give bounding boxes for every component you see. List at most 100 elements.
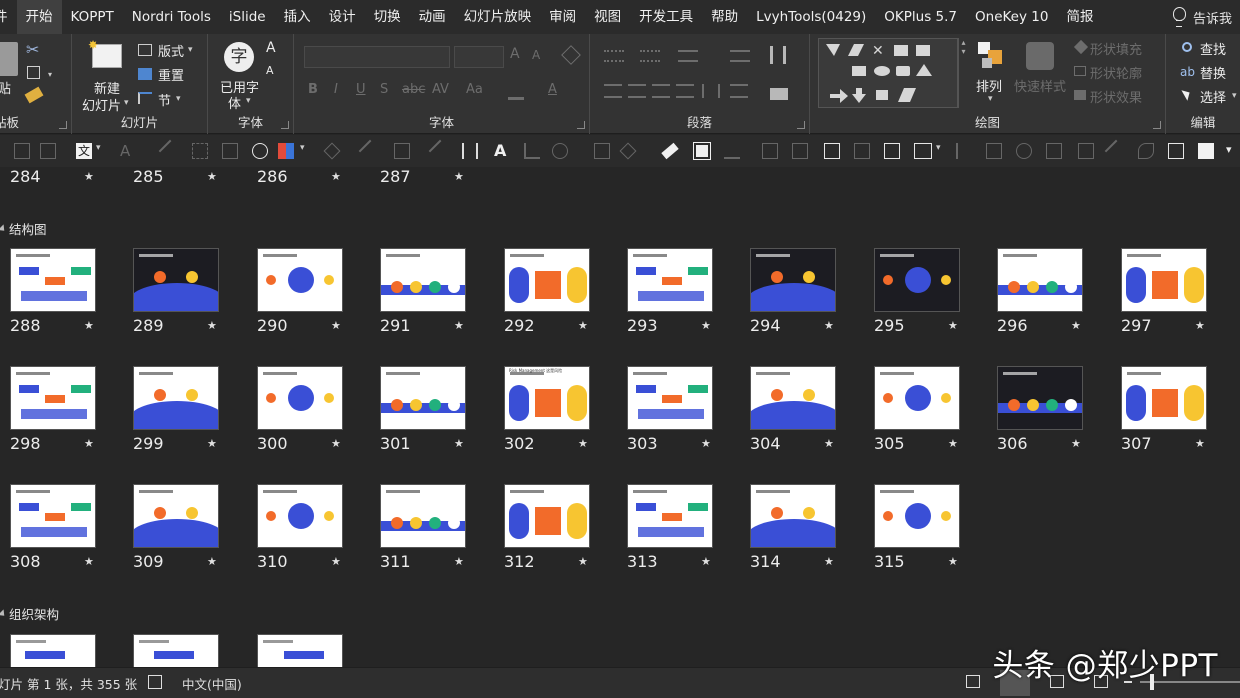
tab-10[interactable]: 审阅 — [540, 0, 585, 34]
font-name-dropdown[interactable] — [304, 46, 450, 68]
copy-dropdown-icon[interactable]: ▾ — [48, 70, 52, 79]
slide-thumbnail[interactable] — [627, 366, 713, 430]
text-box-dropdown-icon[interactable]: ▾ — [96, 143, 104, 159]
used-font-dropdown-icon[interactable]: ▾ — [246, 96, 251, 106]
tab-3[interactable]: Nordri Tools — [123, 0, 220, 34]
slide-transition-star-icon[interactable]: ★ — [454, 170, 464, 183]
slide-thumbnail[interactable] — [10, 366, 96, 430]
slide-transition-star-icon[interactable]: ★ — [701, 555, 711, 568]
slide-transition-star-icon[interactable]: ★ — [1195, 437, 1205, 450]
color-swatch-icon[interactable] — [278, 143, 294, 159]
resize-icon[interactable] — [1168, 143, 1184, 159]
tab-0[interactable]: 件 — [0, 0, 17, 34]
paste-button-label[interactable]: 贴 — [0, 78, 11, 97]
copy-icon[interactable] — [27, 66, 40, 79]
layers-icon[interactable] — [693, 142, 711, 160]
tab-4[interactable]: iSlide — [220, 0, 275, 34]
image-icon[interactable] — [40, 143, 56, 159]
section-button[interactable]: 节 — [158, 90, 171, 109]
slide-thumbnail[interactable] — [380, 248, 466, 312]
slide-thumbnail[interactable] — [627, 484, 713, 548]
shapes-scroll-icon[interactable]: ▴ ▾ — [958, 38, 968, 108]
tab-15[interactable]: OKPlus 5.7 — [875, 0, 966, 34]
slide-transition-star-icon[interactable]: ★ — [578, 437, 588, 450]
slide-transition-star-icon[interactable]: ★ — [578, 319, 588, 332]
slide-transition-star-icon[interactable]: ★ — [948, 319, 958, 332]
slide-thumbnail[interactable] — [257, 484, 343, 548]
crop-dropdown-icon[interactable]: ▾ — [936, 143, 944, 159]
tab-16[interactable]: OneKey 10 — [966, 0, 1057, 34]
arrange-dropdown-icon[interactable]: ▾ — [988, 94, 993, 104]
slide-transition-star-icon[interactable]: ★ — [84, 437, 94, 450]
slide-transition-star-icon[interactable]: ★ — [948, 437, 958, 450]
select-button[interactable]: 选择 — [1200, 87, 1226, 106]
paragraph-launcher-icon[interactable] — [797, 121, 805, 129]
slide-thumbnail[interactable] — [133, 634, 219, 667]
tab-5[interactable]: 插入 — [275, 0, 320, 34]
section-dropdown-icon[interactable]: ▾ — [176, 94, 181, 104]
font-size-dropdown[interactable] — [454, 46, 504, 68]
circle-icon[interactable] — [252, 143, 268, 159]
new-slide-dropdown-icon[interactable]: ▾ — [124, 98, 129, 108]
slide-thumbnail[interactable] — [504, 248, 590, 312]
slide-thumbnail[interactable]: Risk Management 这是风险 — [504, 366, 590, 430]
used-font-icon[interactable]: 字 — [224, 42, 254, 72]
slide-thumbnail[interactable] — [257, 634, 343, 667]
tab-8[interactable]: 动画 — [410, 0, 455, 34]
tab-9[interactable]: 幻灯片放映 — [455, 0, 541, 34]
slide-thumbnail[interactable] — [1121, 366, 1207, 430]
normal-view-icon[interactable] — [966, 675, 980, 688]
slide-thumbnail[interactable] — [750, 248, 836, 312]
fill-white-icon[interactable] — [1198, 143, 1214, 159]
slide-transition-star-icon[interactable]: ★ — [207, 319, 217, 332]
smartart-icon[interactable] — [770, 88, 788, 100]
slide-thumbnail[interactable] — [874, 484, 960, 548]
text-direction-icon[interactable] — [770, 46, 786, 64]
slide-transition-star-icon[interactable]: ★ — [84, 555, 94, 568]
slide-transition-star-icon[interactable]: ★ — [1195, 319, 1205, 332]
grid-icon[interactable] — [14, 143, 30, 159]
text-effects-icon[interactable]: A — [494, 143, 510, 159]
notes-icon[interactable] — [148, 675, 162, 689]
caption-icon[interactable] — [824, 143, 840, 159]
color-swatch-dropdown-icon[interactable]: ▾ — [300, 143, 308, 159]
tab-1[interactable]: 开始 — [16, 0, 62, 34]
arrange-button[interactable]: 排列 — [976, 76, 1002, 95]
slide-thumbnail[interactable] — [133, 366, 219, 430]
slide-thumbnail[interactable] — [10, 248, 96, 312]
select-dropdown-icon[interactable]: ▾ — [1232, 91, 1237, 101]
slide-transition-star-icon[interactable]: ★ — [824, 319, 834, 332]
slide-transition-star-icon[interactable]: ★ — [331, 319, 341, 332]
tab-11[interactable]: 视图 — [585, 0, 630, 34]
slide-thumbnail[interactable] — [10, 484, 96, 548]
slide-thumbnail[interactable] — [750, 366, 836, 430]
slide-thumbnail[interactable] — [1121, 248, 1207, 312]
tab-17[interactable]: 简报 — [1057, 0, 1102, 34]
slide-thumbnail[interactable] — [504, 484, 590, 548]
slide-thumbnail[interactable] — [750, 484, 836, 548]
tab-12[interactable]: 开发工具 — [630, 0, 702, 34]
slide-transition-star-icon[interactable]: ★ — [948, 555, 958, 568]
slide-thumbnail[interactable] — [874, 366, 960, 430]
slide-thumbnail[interactable] — [257, 366, 343, 430]
tab-6[interactable]: 设计 — [320, 0, 365, 34]
slide-transition-star-icon[interactable]: ★ — [454, 437, 464, 450]
slide-thumbnail[interactable] — [133, 248, 219, 312]
slide-thumbnail[interactable] — [380, 484, 466, 548]
slide-transition-star-icon[interactable]: ★ — [207, 170, 217, 183]
slide-transition-star-icon[interactable]: ★ — [207, 437, 217, 450]
layout-button[interactable]: 版式 — [158, 41, 184, 60]
slide-transition-star-icon[interactable]: ★ — [331, 170, 341, 183]
section-collapse-icon[interactable] — [0, 608, 8, 619]
slide-thumbnail[interactable] — [627, 248, 713, 312]
slide-transition-star-icon[interactable]: ★ — [331, 437, 341, 450]
tell-me-box[interactable]: 告诉我 — [1171, 7, 1240, 27]
clipboard-launcher-icon[interactable] — [59, 121, 67, 129]
shrink-font-icon[interactable]: A — [266, 64, 274, 77]
used-font-launcher-icon[interactable] — [281, 121, 289, 129]
tab-14[interactable]: LvyhTools(0429) — [747, 0, 875, 34]
eraser-icon[interactable] — [661, 142, 679, 160]
arrange-icon[interactable] — [978, 42, 1004, 68]
format-painter-icon[interactable] — [24, 86, 44, 104]
slide-transition-star-icon[interactable]: ★ — [331, 555, 341, 568]
